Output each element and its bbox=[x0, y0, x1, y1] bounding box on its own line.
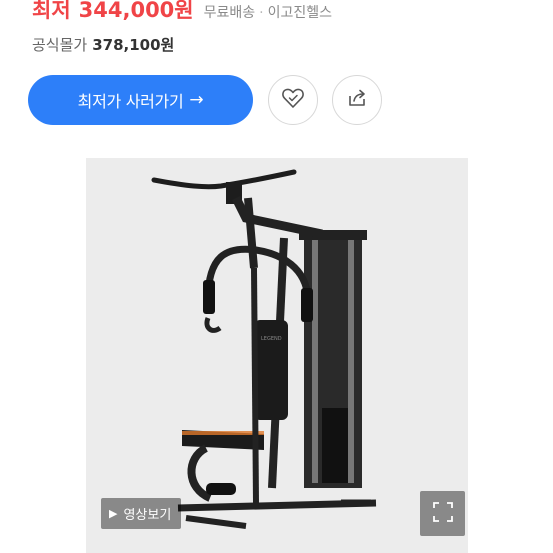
expand-icon bbox=[432, 501, 454, 527]
buy-button-label: 최저가 사러가기 bbox=[77, 92, 184, 111]
price-row: 최저 344,000원 무료배송 · 이고진헬스 bbox=[32, 0, 332, 24]
svg-text:LEGEND: LEGEND bbox=[261, 336, 282, 342]
official-price-label: 공식몰가 bbox=[32, 36, 88, 54]
video-view-label: 영상보기 bbox=[123, 508, 172, 523]
expand-button[interactable] bbox=[420, 491, 465, 536]
buy-lowest-price-button[interactable]: 최저가 사러가기 → bbox=[28, 75, 253, 125]
seller-name: 이고진헬스 bbox=[267, 5, 332, 21]
share-icon bbox=[344, 85, 370, 115]
product-image[interactable]: LEGEND ▶ 영상보기 bbox=[86, 158, 468, 553]
video-view-button[interactable]: ▶ 영상보기 bbox=[101, 498, 182, 529]
arrow-right-icon: → bbox=[189, 90, 204, 110]
play-icon: ▶ bbox=[109, 507, 118, 520]
home-gym-illustration: LEGEND bbox=[151, 169, 377, 529]
lowest-price-label: 최저 bbox=[32, 0, 71, 22]
share-button[interactable] bbox=[332, 75, 382, 125]
shipping-info: 무료배송 bbox=[203, 5, 256, 21]
lowest-price-value: 344,000원 bbox=[78, 0, 194, 22]
separator-dot: · bbox=[259, 5, 264, 21]
official-price-row: 공식몰가 378,100원 bbox=[32, 34, 174, 55]
official-price-value: 378,100원 bbox=[92, 36, 175, 54]
heart-icon bbox=[280, 85, 306, 115]
like-button[interactable] bbox=[268, 75, 318, 125]
